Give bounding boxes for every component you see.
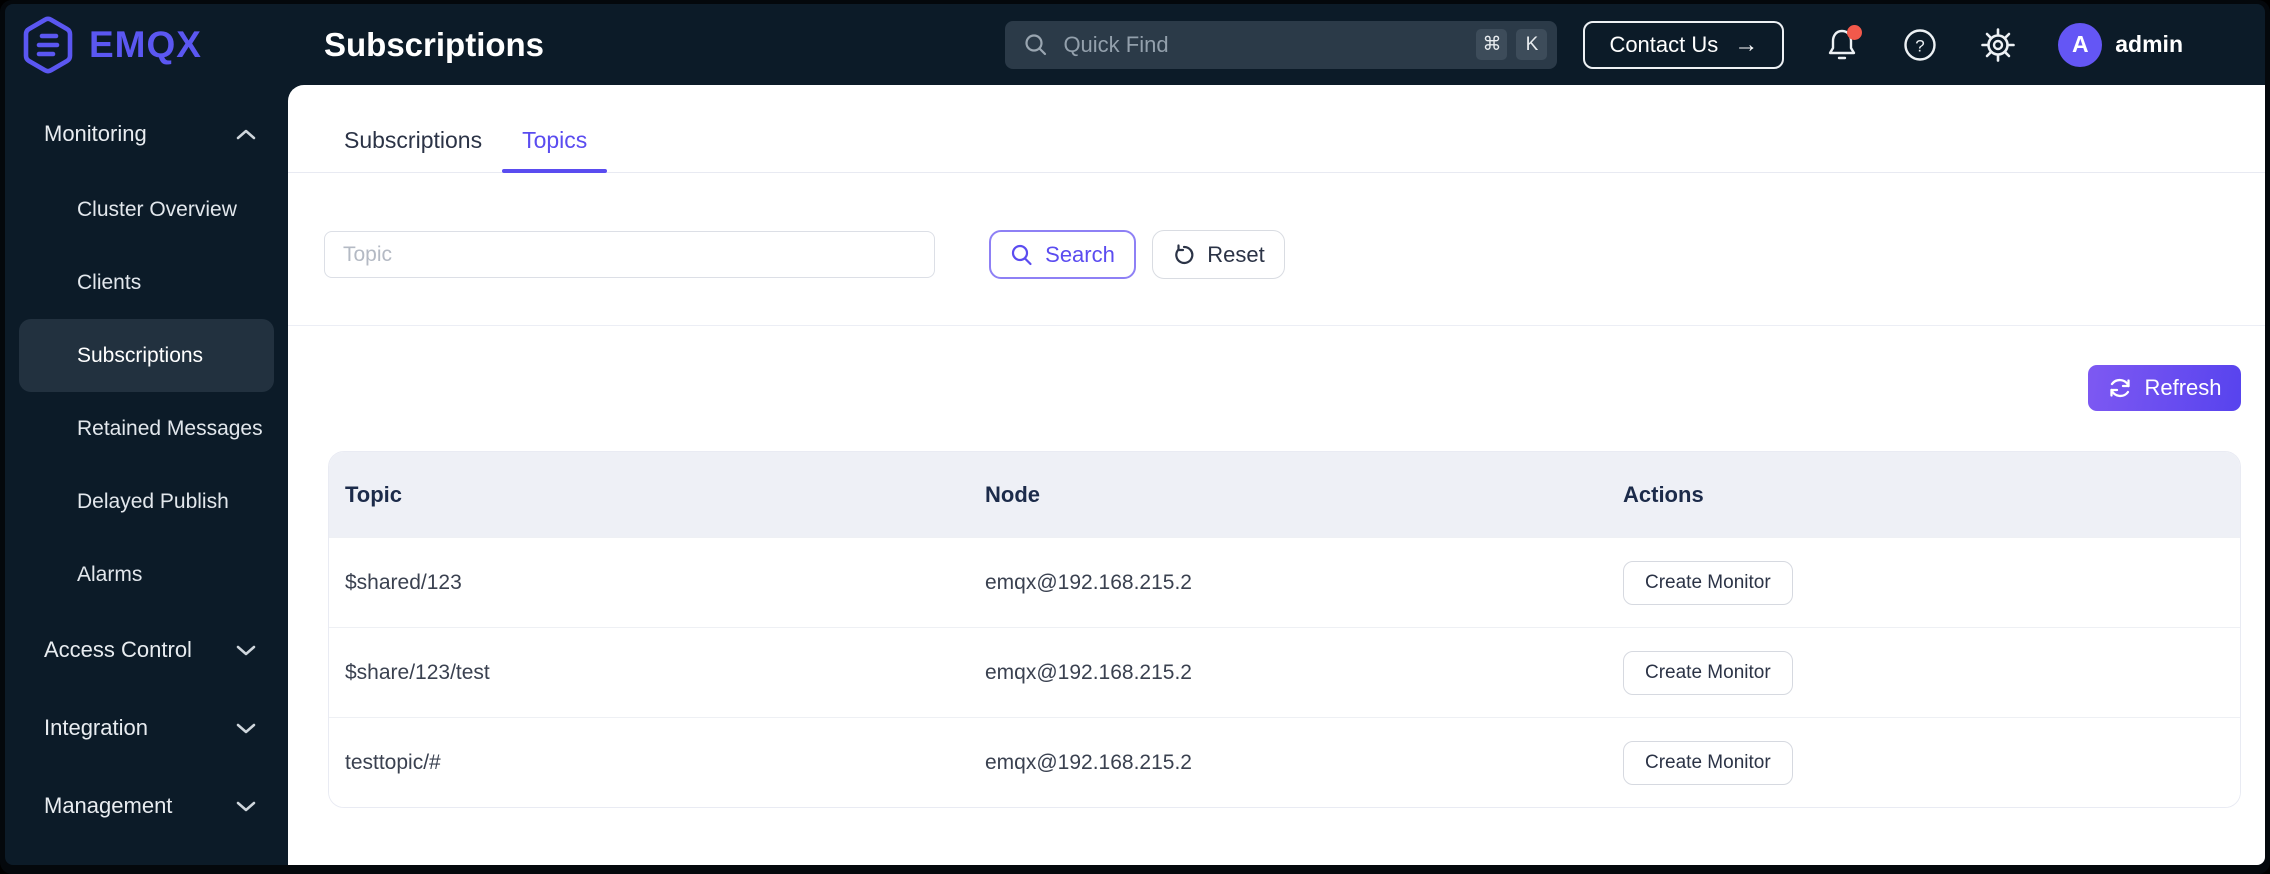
filter-section: Search Reset xyxy=(288,173,2265,326)
sidebar: Monitoring Cluster Overview Clients Subs… xyxy=(5,85,288,865)
topics-table: Topic Node Actions $shared/123 emqx@192.… xyxy=(328,451,2241,808)
table-row: $share/123/test emqx@192.168.215.2 Creat… xyxy=(329,627,2240,717)
column-header-topic: Topic xyxy=(345,481,403,507)
sidebar-item-cluster-overview[interactable]: Cluster Overview xyxy=(19,173,274,246)
sidebar-item-retained-messages[interactable]: Retained Messages xyxy=(19,392,274,465)
chevron-down-icon xyxy=(236,723,256,734)
sidebar-group-management[interactable]: Management xyxy=(5,767,288,845)
page-title: Subscriptions xyxy=(324,25,545,63)
reset-icon xyxy=(1172,243,1196,267)
help-button[interactable]: ? xyxy=(1900,25,1940,65)
cell-actions: Create Monitor xyxy=(1623,740,2240,785)
sidebar-item-subscriptions[interactable]: Subscriptions xyxy=(19,319,274,392)
sidebar-item-label: Subscriptions xyxy=(77,343,204,367)
sidebar-item-alarms[interactable]: Alarms xyxy=(19,538,274,611)
table-row: testtopic/# emqx@192.168.215.2 Create Mo… xyxy=(329,717,2240,807)
sidebar-item-label: Alarms xyxy=(77,562,143,586)
sidebar-group-integration[interactable]: Integration xyxy=(5,689,288,767)
notification-dot xyxy=(1847,24,1863,40)
search-button-label: Search xyxy=(1045,241,1115,267)
chevron-down-icon xyxy=(236,645,256,656)
contact-us-button[interactable]: Contact Us → xyxy=(1583,20,1785,69)
table-header-row: Topic Node Actions xyxy=(329,452,2240,537)
refresh-icon xyxy=(2107,375,2133,401)
brand-logo[interactable]: EMQX xyxy=(5,16,288,74)
tab-bar: Subscriptions Topics xyxy=(288,85,2265,173)
search-button[interactable]: Search xyxy=(989,230,1136,279)
main-content: Subscriptions Topics Topic Search Reset … xyxy=(288,85,2265,865)
chevron-up-icon xyxy=(236,129,256,140)
avatar[interactable]: A xyxy=(2058,22,2103,67)
sidebar-item-delayed-publish[interactable]: Delayed Publish xyxy=(19,465,274,538)
notifications-button[interactable] xyxy=(1822,24,1863,65)
question-circle-icon: ? xyxy=(1902,27,1938,63)
cell-node: emqx@192.168.215.2 xyxy=(985,660,1192,684)
sidebar-group-monitoring[interactable]: Monitoring xyxy=(5,95,288,173)
sidebar-group-label: Access Control xyxy=(44,637,192,662)
command-key-badge: ⌘ xyxy=(1476,29,1508,60)
refresh-button-label: Refresh xyxy=(2144,375,2222,400)
gear-icon xyxy=(1979,26,2017,64)
cell-topic: $shared/123 xyxy=(345,570,462,594)
shortcut-keys: ⌘ K xyxy=(1476,29,1548,60)
create-monitor-button[interactable]: Create Monitor xyxy=(1623,740,1793,785)
create-monitor-button[interactable]: Create Monitor xyxy=(1623,560,1793,605)
settings-button[interactable] xyxy=(1978,25,2018,65)
sidebar-item-label: Clients xyxy=(77,270,142,294)
sidebar-group-label: Monitoring xyxy=(44,121,147,146)
cell-node: emqx@192.168.215.2 xyxy=(985,750,1192,774)
reset-button[interactable]: Reset xyxy=(1152,230,1285,279)
sidebar-group-label: Management xyxy=(44,793,173,818)
cell-topic: testtopic/# xyxy=(345,750,441,774)
quick-find-input[interactable] xyxy=(1063,31,1477,58)
chevron-down-icon xyxy=(236,801,256,812)
tab-topics[interactable]: Topics xyxy=(502,85,608,173)
cell-actions: Create Monitor xyxy=(1623,560,2240,605)
cell-node: emqx@192.168.215.2 xyxy=(985,570,1192,594)
tab-label: Topics xyxy=(522,127,588,153)
emqx-logo-text: EMQX xyxy=(89,23,202,65)
tab-label: Subscriptions xyxy=(344,127,483,153)
sidebar-item-clients[interactable]: Clients xyxy=(19,246,274,319)
refresh-button[interactable]: Refresh xyxy=(2088,365,2241,411)
create-monitor-button[interactable]: Create Monitor xyxy=(1623,650,1793,695)
sidebar-item-label: Cluster Overview xyxy=(77,197,237,221)
body-row: Monitoring Cluster Overview Clients Subs… xyxy=(5,85,2265,865)
sidebar-item-label: Delayed Publish xyxy=(77,489,229,513)
arrow-right-icon: → xyxy=(1734,30,1759,58)
column-header-actions: Actions xyxy=(1623,481,1704,507)
sidebar-group-access-control[interactable]: Access Control xyxy=(5,611,288,689)
column-header-node: Node xyxy=(985,481,1040,507)
emqx-dashboard: EMQX Subscriptions ⌘ K Contact Us xyxy=(5,4,2265,865)
search-icon xyxy=(1023,32,1049,58)
app-window: EMQX Subscriptions ⌘ K Contact Us xyxy=(0,0,2270,874)
user-name[interactable]: admin xyxy=(2115,31,2183,58)
table-toolbar: Refresh xyxy=(288,326,2265,411)
cell-actions: Create Monitor xyxy=(1623,650,2240,695)
tab-subscriptions[interactable]: Subscriptions xyxy=(324,85,502,172)
sidebar-item-label: Retained Messages xyxy=(77,416,263,440)
contact-us-label: Contact Us xyxy=(1609,31,1719,57)
emqx-hexagon-icon xyxy=(22,16,74,74)
search-icon xyxy=(1010,243,1034,267)
topic-filter-input[interactable] xyxy=(324,231,935,278)
reset-button-label: Reset xyxy=(1207,241,1265,267)
sidebar-group-label: Integration xyxy=(44,715,148,740)
top-bar: EMQX Subscriptions ⌘ K Contact Us xyxy=(5,4,2265,85)
table-row: $shared/123 emqx@192.168.215.2 Create Mo… xyxy=(329,537,2240,627)
quick-find-bar[interactable]: ⌘ K xyxy=(1005,20,1558,69)
cell-topic: $share/123/test xyxy=(345,660,490,684)
k-key-badge: K xyxy=(1516,29,1548,60)
svg-text:?: ? xyxy=(1916,36,1925,55)
